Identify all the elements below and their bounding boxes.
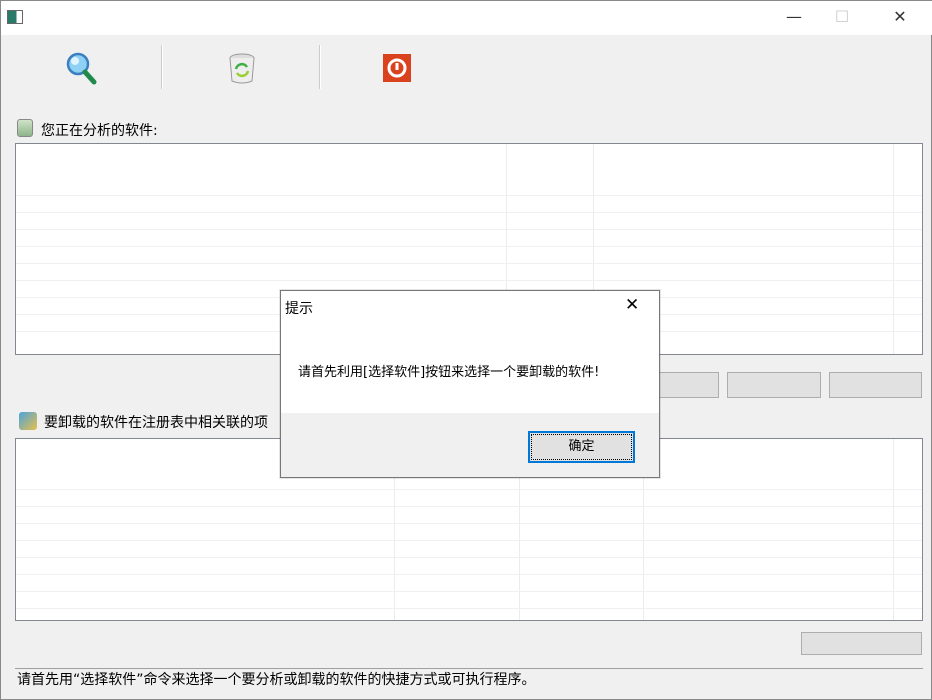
bottom-action-button[interactable] bbox=[801, 632, 922, 655]
uninstall-button[interactable] bbox=[225, 51, 259, 85]
action-button-4[interactable] bbox=[829, 372, 922, 398]
magnifier-icon bbox=[66, 52, 97, 85]
power-icon bbox=[383, 54, 411, 82]
minimize-button[interactable]: — bbox=[771, 1, 817, 33]
select-software-button[interactable] bbox=[64, 51, 98, 85]
registry-items-label: 要卸载的软件在注册表中相关联的项 bbox=[44, 415, 268, 431]
message-dialog: 提示 ✕ 请首先利用[选择软件]按钮来选择一个要卸载的软件! 确定 bbox=[280, 290, 660, 478]
close-button[interactable]: ✕ bbox=[877, 1, 923, 33]
action-button-3[interactable] bbox=[727, 372, 821, 398]
recycle-bin-icon bbox=[229, 53, 255, 84]
toolbar-divider bbox=[161, 45, 163, 89]
status-bar: 请首先用“选择软件”命令来选择一个要分析或卸载的软件的快捷方式或可执行程序。 bbox=[15, 668, 923, 690]
dialog-title: 提示 bbox=[285, 301, 313, 317]
software-icon bbox=[17, 119, 33, 137]
title-bar: — ☐ ✕ bbox=[1, 1, 932, 35]
ok-button[interactable]: 确定 bbox=[528, 431, 635, 463]
app-icon bbox=[7, 10, 23, 24]
toolbar-divider bbox=[319, 45, 321, 89]
maximize-button[interactable]: ☐ bbox=[819, 1, 865, 33]
exit-button[interactable] bbox=[382, 53, 412, 83]
analyzing-software-label: 您正在分析的软件: bbox=[41, 123, 158, 139]
dialog-close-icon[interactable]: ✕ bbox=[625, 295, 639, 315]
dialog-message: 请首先利用[选择软件]按钮来选择一个要卸载的软件! bbox=[298, 365, 600, 380]
registry-icon bbox=[19, 412, 37, 430]
